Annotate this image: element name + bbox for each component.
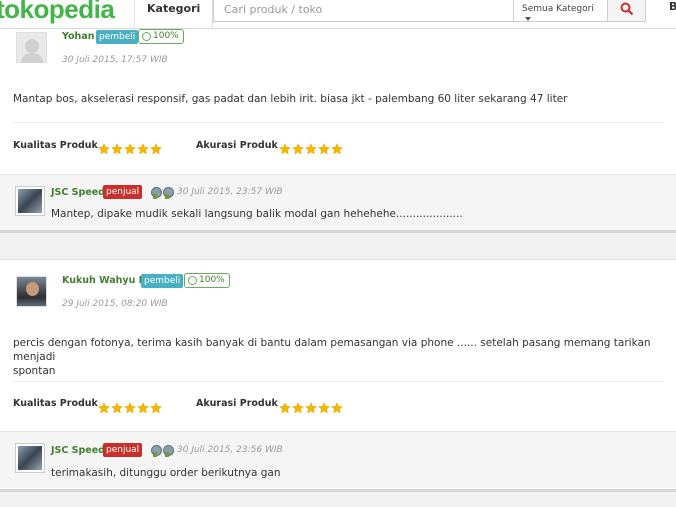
card-separator <box>0 230 676 233</box>
shop-name[interactable]: JSC Speed <box>51 445 105 456</box>
reply-message: Mantep, dipake mudik sekali langsung bal… <box>51 208 463 220</box>
star-icon <box>292 143 304 155</box>
shop-avatar[interactable] <box>15 443 45 473</box>
review-message: Mantap bos, akselerasi responsif, gas pa… <box>13 93 568 105</box>
review-message-line: percis dengan fotonya, terima kasih bany… <box>13 337 651 363</box>
search-input[interactable]: Cari produk / toko <box>213 0 514 22</box>
top-right-link[interactable]: B <box>669 0 676 13</box>
shop-medal-icons[interactable] <box>150 184 174 199</box>
star-icon <box>150 143 162 155</box>
star-icon <box>150 402 162 414</box>
avatar[interactable] <box>16 32 47 63</box>
seller-badge: penjual <box>103 443 143 457</box>
accuracy-label: Akurasi Produk <box>196 140 278 151</box>
quality-label: Kualitas Produk <box>13 398 98 409</box>
category-select[interactable]: Semua Kategori <box>514 0 608 22</box>
star-icon <box>98 402 110 414</box>
search-button[interactable] <box>608 0 646 22</box>
quality-label: Kualitas Produk <box>13 140 98 151</box>
star-icon <box>331 402 343 414</box>
medal-icon <box>150 186 162 199</box>
quality-stars <box>98 140 163 155</box>
shop-name[interactable]: JSC Speed <box>51 187 105 198</box>
reputation-badge[interactable]: 100% <box>138 29 184 44</box>
review-date: 29 Juli 2015, 08:20 WIB <box>62 299 168 309</box>
quality-stars <box>98 399 163 414</box>
star-icon <box>124 402 136 414</box>
card-separator <box>0 489 676 492</box>
divider <box>13 381 663 382</box>
review-date: 30 Juli 2015, 17:57 WIB <box>62 55 168 65</box>
review-card: Kukuh Wahyu P pembeli 100% 29 Juli 2015,… <box>0 259 676 492</box>
medal-icon <box>162 444 174 457</box>
seller-reply: JSC Speed penjual 30 Juli 2015, 23:56 WI… <box>0 431 676 488</box>
reply-date: 30 Juli 2015, 23:56 WIB <box>177 445 283 455</box>
star-icon <box>292 402 304 414</box>
buyer-badge: pembeli <box>141 274 184 288</box>
shop-avatar[interactable] <box>15 186 45 216</box>
top-navbar: tokopedia Kategori Cari produk / toko Se… <box>0 0 676 29</box>
shop-medal-icons[interactable] <box>150 442 174 457</box>
star-icon <box>137 402 149 414</box>
accuracy-stars <box>279 140 344 155</box>
seller-reply: JSC Speed penjual 30 Juli 2015, 23:57 WI… <box>0 174 676 231</box>
star-icon <box>279 402 291 414</box>
accuracy-stars <box>279 399 344 414</box>
star-icon <box>279 143 291 155</box>
tokopedia-logo[interactable]: tokopedia <box>0 0 115 25</box>
reputation-badge[interactable]: 100% <box>184 273 230 288</box>
reply-date: 30 Juli 2015, 23:57 WIB <box>177 187 283 197</box>
accuracy-label: Akurasi Produk <box>196 398 278 409</box>
reply-message: terimakasih, ditunggu order berikutnya g… <box>51 467 281 479</box>
medal-icon <box>150 444 162 457</box>
review-card: Yohan pembeli 100% 30 Juli 2015, 17:57 W… <box>0 18 676 233</box>
seller-badge: penjual <box>103 185 143 199</box>
reviewer-name[interactable]: Kukuh Wahyu P <box>62 275 146 286</box>
category-select-label: Semua Kategori <box>522 4 594 14</box>
avatar[interactable] <box>16 276 47 307</box>
search-icon <box>620 2 634 16</box>
divider <box>13 122 663 123</box>
star-icon <box>98 143 110 155</box>
star-icon <box>305 143 317 155</box>
review-message-line: spontan <box>13 365 56 377</box>
star-icon <box>318 143 330 155</box>
star-icon <box>124 143 136 155</box>
star-icon <box>111 402 123 414</box>
review-message: percis dengan fotonya, terima kasih bany… <box>13 336 668 378</box>
star-icon <box>331 143 343 155</box>
caret-down-icon <box>525 16 531 21</box>
star-icon <box>137 143 149 155</box>
star-icon <box>111 143 123 155</box>
star-icon <box>318 402 330 414</box>
buyer-badge: pembeli <box>96 30 139 44</box>
star-icon <box>305 402 317 414</box>
reviewer-name[interactable]: Yohan <box>62 31 94 42</box>
kategori-menu[interactable]: Kategori <box>134 0 213 29</box>
medal-icon <box>162 186 174 199</box>
